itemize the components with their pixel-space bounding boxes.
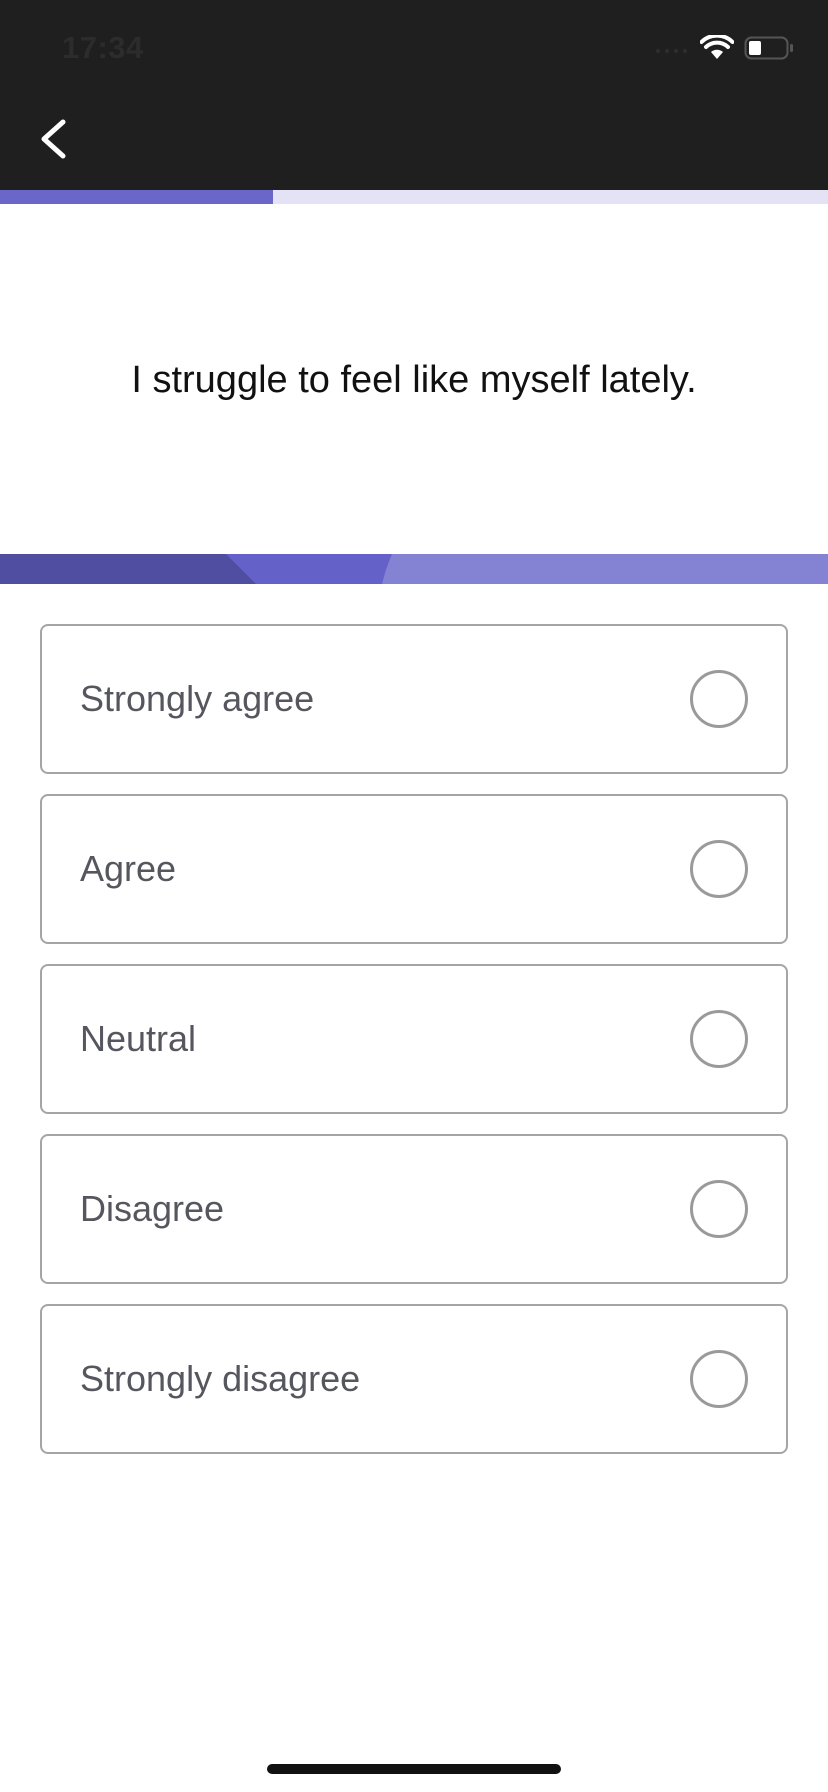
option-label: Strongly disagree [80, 1358, 361, 1399]
option-strongly-agree[interactable]: Strongly agree [40, 624, 788, 774]
decorative-band [0, 554, 828, 584]
radio-circle-icon[interactable] [690, 1350, 748, 1408]
option-label: Disagree [80, 1188, 225, 1229]
option-label: Strongly agree [80, 678, 315, 719]
status-icons [654, 33, 794, 66]
option-agree[interactable]: Agree [40, 794, 788, 944]
radio-circle-icon[interactable] [690, 840, 748, 898]
radio-circle-icon[interactable] [690, 1180, 748, 1238]
chevron-left-icon [41, 119, 66, 159]
survey-screen: 17:34 I struggle to feel like myself lat… [0, 0, 828, 1792]
answer-options: Strongly agree Agree Neutral Disagree St… [40, 624, 788, 1474]
option-strongly-disagree[interactable]: Strongly disagree [40, 1304, 788, 1454]
progress-fill [0, 190, 274, 204]
question-text: I struggle to feel like myself lately. [131, 358, 697, 401]
home-indicator [267, 1764, 561, 1774]
option-neutral[interactable]: Neutral [40, 964, 788, 1114]
radio-circle-icon[interactable] [690, 670, 748, 728]
top-bar: 17:34 [0, 0, 828, 190]
option-disagree[interactable]: Disagree [40, 1134, 788, 1284]
radio-circle-icon[interactable] [690, 1010, 748, 1068]
question-area: I struggle to feel like myself lately. [0, 204, 828, 554]
cellular-signal-icon [654, 41, 690, 60]
progress-bar [0, 190, 828, 204]
option-label: Neutral [80, 1018, 197, 1059]
option-label: Agree [80, 848, 177, 889]
wifi-icon [699, 33, 735, 66]
status-time: 17:34 [62, 30, 144, 65]
battery-icon [744, 35, 794, 66]
back-button[interactable] [30, 108, 80, 172]
